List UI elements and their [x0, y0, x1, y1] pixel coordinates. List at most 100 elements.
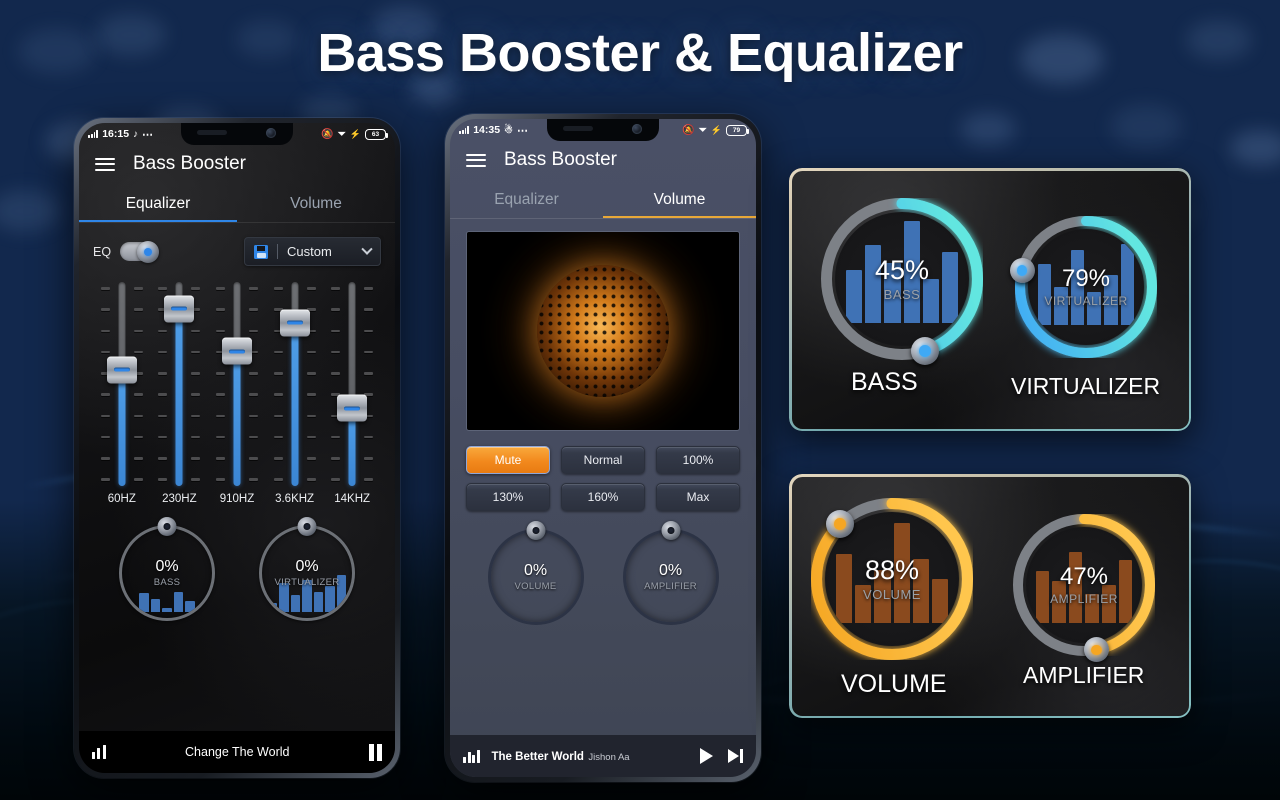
knob-bass[interactable]: 0% BASS [119, 517, 215, 621]
slider-track[interactable] [100, 282, 144, 486]
visualizer-bar [893, 523, 910, 624]
eq-slider-14khz[interactable]: 14KHZ [328, 282, 376, 505]
slider-thumb[interactable] [106, 356, 137, 384]
phone2-knob-row: 0% VOLUME 0% AMPLIFIER [450, 511, 756, 625]
battery-icon: 79 [726, 124, 749, 136]
slider-thumb[interactable] [337, 394, 368, 422]
tick-marks-left [331, 282, 341, 486]
knob-center: 0% AMPLIFIER [623, 529, 719, 625]
charging-bolt-icon: ⚡ [349, 128, 361, 139]
slider-fill [291, 322, 299, 486]
slider-track[interactable] [157, 282, 201, 486]
slider-track[interactable] [215, 282, 259, 486]
slider-frequency-label: 230HZ [162, 493, 197, 505]
preset-button-mute[interactable]: Mute [466, 446, 550, 474]
dial-handle-dot [1016, 265, 1028, 276]
dial-visualizer-bars [1026, 527, 1142, 643]
phone1-knob-row: 0% BASS 0% VIRTUALIZER [79, 505, 395, 621]
knob-virtualizer[interactable]: 0% VIRTUALIZER [259, 517, 355, 621]
phone-notch [547, 119, 659, 141]
preset-button-160pct[interactable]: 160% [561, 483, 645, 511]
bokeh-circle [960, 112, 1016, 146]
charging-bolt-icon: ⚡ [710, 124, 722, 135]
music-note-icon: ♪ [133, 128, 139, 140]
hamburger-menu-icon[interactable] [466, 150, 486, 170]
chevron-down-icon[interactable] [361, 243, 373, 255]
visualizer-bar [1104, 275, 1118, 326]
preset-button-100pct[interactable]: 100% [656, 446, 740, 474]
panel-bass-virtualizer: 45% BASS BASS 79% VIRTUALIZER VIRTUALIZER [789, 168, 1191, 431]
earpiece-speaker [563, 126, 593, 131]
tab-volume[interactable]: Volume [237, 187, 395, 222]
dial-virtualizer[interactable]: 79% VIRTUALIZER [1009, 216, 1157, 358]
dial-handle[interactable] [911, 336, 940, 365]
battery-icon: 63 [365, 128, 388, 140]
knob-center: 0% VIRTUALIZER [259, 525, 355, 621]
visualizer-bar [1087, 292, 1101, 326]
slider-thumb[interactable] [164, 295, 195, 323]
dial-amplifier[interactable]: 47% AMPLIFIER [1013, 514, 1155, 663]
preset-button-max[interactable]: Max [656, 483, 740, 511]
tab-volume[interactable]: Volume [603, 183, 756, 218]
dial-handle-dot [1091, 644, 1102, 656]
visualizer-bar [1037, 263, 1052, 326]
slider-thumb[interactable] [279, 309, 310, 337]
knob-volume[interactable]: 0% VOLUME [487, 521, 584, 625]
tab-equalizer[interactable]: Equalizer [450, 183, 603, 218]
dial-handle-dot [919, 344, 932, 357]
slider-fill [118, 369, 126, 486]
slider-frequency-label: 910HZ [219, 493, 255, 505]
visualizer-bar [836, 554, 853, 624]
hamburger-menu-icon[interactable] [95, 154, 115, 174]
visualizer-bar [1054, 286, 1068, 326]
visualizer-bar [855, 585, 872, 624]
visualizer-bar [1120, 244, 1135, 326]
knob-label: AMPLIFIER [644, 581, 697, 592]
bell-off-icon: 🔕 [321, 128, 334, 140]
tab-equalizer[interactable]: Equalizer [79, 187, 237, 222]
dial-handle[interactable] [1009, 258, 1035, 284]
preset-name: Custom [287, 244, 332, 259]
app-screen-equalizer: 16:15 ♪ ⋯ 🔕 ⏷ ⚡ 63 Bass Booster Equalize… [79, 123, 395, 773]
eq-slider-3.6khz[interactable]: 3.6KHZ [271, 282, 319, 505]
knob-percent: 0% [523, 562, 548, 579]
status-time: 16:15 [102, 128, 130, 140]
app-title: Bass Booster [133, 153, 246, 174]
signal-icon [459, 126, 470, 134]
slider-track[interactable] [273, 282, 317, 486]
tab-bar: Equalizer Volume [79, 187, 395, 223]
bell-off-icon: 🔕 [682, 124, 695, 136]
preset-selector[interactable]: Custom [244, 237, 381, 266]
floppy-save-icon[interactable] [254, 244, 268, 259]
dial-volume[interactable]: 88% VOLUME [811, 498, 973, 660]
more-dots-icon: ⋯ [142, 128, 154, 141]
preset-button-normal[interactable]: Normal [561, 446, 645, 474]
equalizer-bars-icon[interactable] [463, 749, 480, 763]
preset-button-130pct[interactable]: 130% [466, 483, 550, 511]
visualizer-bar [865, 245, 882, 324]
play-icon[interactable] [700, 748, 713, 764]
album-art [466, 231, 740, 431]
eq-slider-60hz[interactable]: 60HZ [98, 282, 146, 505]
eq-toggle-switch[interactable] [120, 240, 160, 263]
slider-thumb[interactable] [221, 337, 252, 365]
knob-amplifier[interactable]: 0% AMPLIFIER [622, 521, 719, 625]
slider-track[interactable] [330, 282, 374, 486]
eq-slider-230hz[interactable]: 230HZ [155, 282, 203, 505]
next-track-icon[interactable] [728, 749, 743, 763]
status-time: 14:35 [473, 124, 501, 136]
pause-icon[interactable] [368, 743, 382, 761]
player-song-title: The Better World [491, 751, 584, 763]
dial-caption-volume: VOLUME [841, 670, 947, 698]
app-title: Bass Booster [504, 149, 617, 170]
dial-bass[interactable]: 45% BASS [821, 198, 983, 365]
equalizer-bars-icon[interactable] [92, 745, 106, 759]
eq-slider-910hz[interactable]: 910HZ [213, 282, 261, 505]
knob-percent: 0% [658, 562, 683, 579]
more-dots-icon: ⋯ [517, 124, 529, 137]
dial-visualizer-bars [1028, 229, 1144, 345]
signal-icon [88, 130, 99, 138]
dial-handle[interactable] [1083, 637, 1109, 663]
visualizer-bar [1102, 584, 1116, 624]
player-bar: The Better World Jishon Aa [450, 735, 756, 777]
